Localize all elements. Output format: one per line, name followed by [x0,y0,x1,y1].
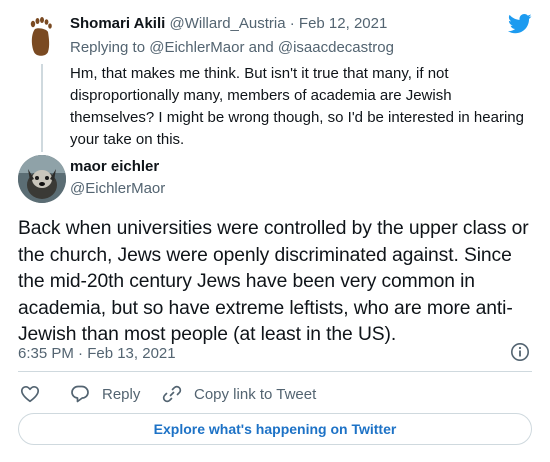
reply-label: Reply [102,385,141,403]
main-tweet-text: Back when universities were controlled b… [18,218,529,345]
thread-connector-line [41,64,43,152]
heart-icon [20,385,40,403]
main-author-handle[interactable]: @EichlerMaor [70,180,165,197]
like-button[interactable] [20,382,40,406]
parent-avatar[interactable] [18,12,66,60]
replying-to-prefix: Replying to [70,39,146,56]
parent-author-handle[interactable]: @Willard_Austria [169,15,285,32]
actions-divider [18,371,532,372]
reply-bubble-icon [71,385,89,403]
info-icon[interactable] [510,342,530,362]
tweet-actions-bar: Reply Copy link to Tweet [18,382,532,406]
dog-photo-avatar-image [18,155,66,203]
embedded-tweet-card: Shomari Akili @Willard_Austria · Feb 12,… [0,0,550,462]
parent-author-name[interactable]: Shomari Akili [70,15,165,32]
bigfoot-print-avatar-image [18,12,66,60]
copy-link-button[interactable]: Copy link to Tweet [162,382,316,406]
explore-twitter-button[interactable]: Explore what's happening on Twitter [18,413,532,445]
main-timestamp[interactable]: 6:35 PM · Feb 13, 2021 [18,345,176,362]
header-separator: · [289,15,295,32]
replying-to-and: and [248,39,274,56]
main-avatar[interactable] [18,155,66,203]
copy-link-label: Copy link to Tweet [194,385,317,403]
twitter-bird-icon[interactable] [508,14,532,34]
main-author-name[interactable]: maor eichler [70,158,159,175]
reply-mention-isaacdecastrog[interactable]: @isaacdecastrog [278,39,394,56]
parent-date[interactable]: Feb 12, 2021 [299,15,387,32]
parent-header: Shomari Akili @Willard_Austria · Feb 12,… [70,15,387,32]
replying-to-line: Replying to @EichlerMaor and @isaacdecas… [70,39,394,56]
reply-mention-eichlermaor[interactable]: @EichlerMaor [149,39,244,56]
reply-button[interactable]: Reply [70,382,140,406]
link-icon [162,385,182,403]
parent-tweet-text: Hm, that makes me think. But isn't it tr… [70,65,524,148]
